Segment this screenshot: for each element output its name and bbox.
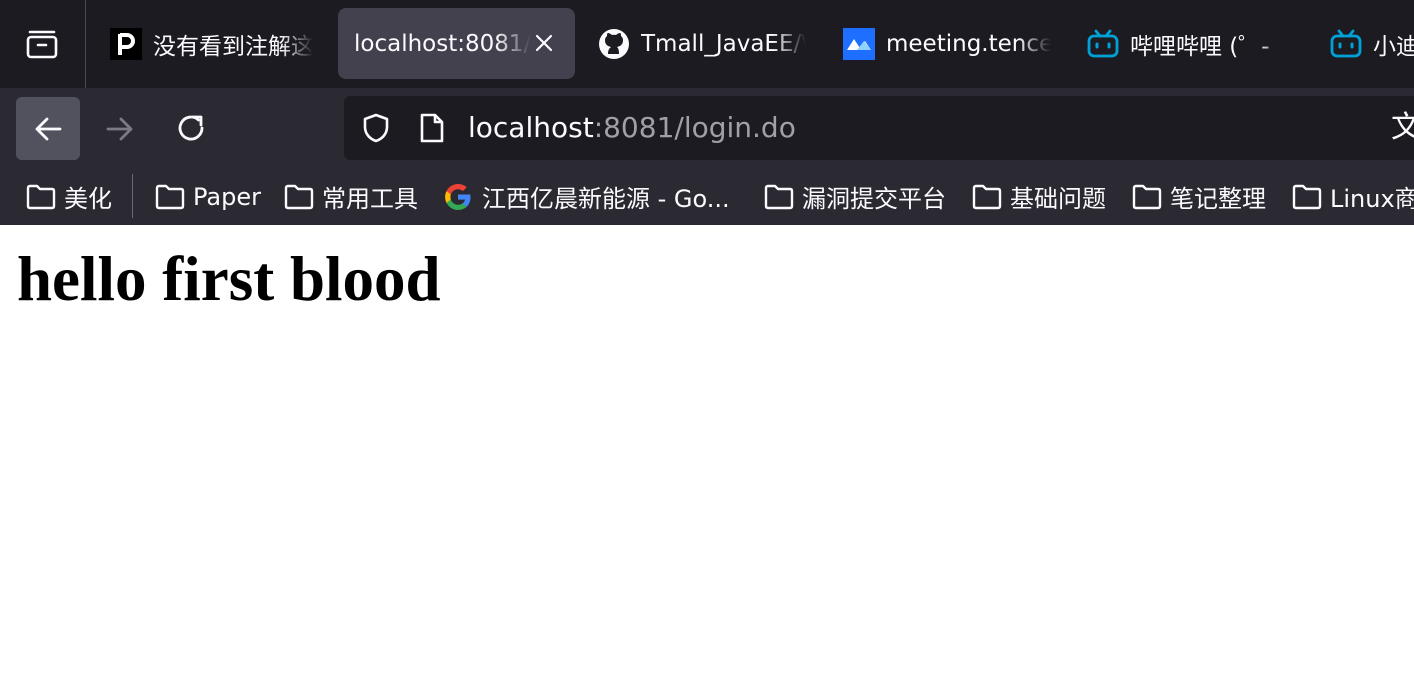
bookmark-label: 常用工具: [322, 185, 418, 213]
bookmark-label: 笔记整理: [1170, 185, 1266, 213]
github-icon: [598, 28, 630, 60]
tab-manager-button[interactable]: [0, 0, 84, 88]
bookmarks-toolbar: 美化 Paper 常用工具 江西亿晨新能源 - Go... 漏洞提交平台 基础问…: [0, 168, 1414, 225]
tab-label: localhost:8081/: [354, 30, 531, 57]
p-letter-icon: [110, 27, 142, 60]
tab-3[interactable]: meeting.tence: [843, 8, 1053, 79]
url-path: :8081/login.do: [593, 111, 796, 144]
navigation-toolbar: localhost:8081/login.do 文: [0, 88, 1414, 168]
close-tab-icon[interactable]: [531, 30, 557, 56]
tab-2[interactable]: Tmall_JavaEE/\: [598, 8, 808, 79]
tab-label: 没有看到注解这: [153, 33, 313, 60]
folder-icon: [764, 184, 794, 209]
tab-0[interactable]: 没有看到注解这: [110, 8, 315, 79]
page-heading: hello first blood: [17, 244, 441, 314]
page-content: hello first blood: [0, 225, 1414, 700]
tab-label: 哔哩哔哩 (゜-: [1130, 33, 1270, 60]
tab-label: 小迪: [1373, 33, 1414, 60]
bookmark-label: 基础问题: [1010, 185, 1106, 213]
forward-button[interactable]: [88, 97, 152, 160]
bookmark-label: 漏洞提交平台: [802, 185, 946, 213]
bookmark-folder-notes[interactable]: 笔记整理: [1132, 168, 1266, 225]
tab-manager-icon: [26, 30, 58, 59]
bookmark-folder-tools[interactable]: 常用工具: [284, 168, 418, 225]
tab-divider: [85, 0, 86, 88]
url-host: localhost: [468, 111, 594, 144]
bookmark-separator: [132, 174, 133, 218]
bilibili-icon: [1087, 28, 1119, 60]
tab-label: meeting.tence: [886, 30, 1051, 57]
bookmark-folder-paper[interactable]: Paper: [155, 168, 261, 225]
folder-icon: [155, 184, 185, 209]
url-text[interactable]: localhost:8081/login.do: [468, 96, 796, 160]
folder-icon: [1292, 184, 1322, 209]
tab-strip: 没有看到注解这 localhost:8081/ Tmall_JavaEE/\ m…: [0, 0, 1414, 88]
bookmark-label: Paper: [193, 182, 261, 211]
bookmark-label: 美化: [64, 185, 112, 213]
translate-button[interactable]: 文: [1391, 96, 1414, 160]
back-arrow-icon: [35, 117, 62, 140]
bookmark-label: 江西亿晨新能源 - Go...: [482, 185, 730, 213]
folder-icon: [284, 184, 314, 209]
folder-icon: [1132, 184, 1162, 209]
bookmark-google[interactable]: 江西亿晨新能源 - Go...: [442, 168, 730, 225]
tencent-meeting-icon: [843, 27, 875, 60]
google-icon: [445, 183, 471, 210]
reload-button[interactable]: [160, 97, 224, 160]
back-button[interactable]: [16, 97, 80, 160]
folder-icon: [26, 184, 56, 209]
reload-icon: [178, 115, 204, 140]
bookmark-folder-linux[interactable]: Linux商: [1292, 168, 1414, 225]
tab-4[interactable]: 哔哩哔哩 (゜-: [1087, 8, 1297, 79]
bilibili-icon: [1330, 28, 1362, 60]
bookmark-label: Linux商: [1330, 185, 1414, 213]
tab-1-selected[interactable]: localhost:8081/: [338, 8, 575, 79]
bookmark-folder-beautify[interactable]: 美化: [26, 168, 112, 225]
tab-5[interactable]: 小迪: [1330, 8, 1414, 79]
forward-arrow-icon: [106, 117, 133, 140]
folder-icon: [972, 184, 1002, 209]
bookmark-folder-vuln-platform[interactable]: 漏洞提交平台: [764, 168, 946, 225]
shield-icon[interactable]: [360, 112, 392, 148]
bookmark-folder-basics[interactable]: 基础问题: [972, 168, 1106, 225]
page-info-icon[interactable]: [418, 112, 446, 148]
tab-label: Tmall_JavaEE/\: [641, 30, 806, 57]
address-bar[interactable]: localhost:8081/login.do 文: [344, 96, 1414, 160]
